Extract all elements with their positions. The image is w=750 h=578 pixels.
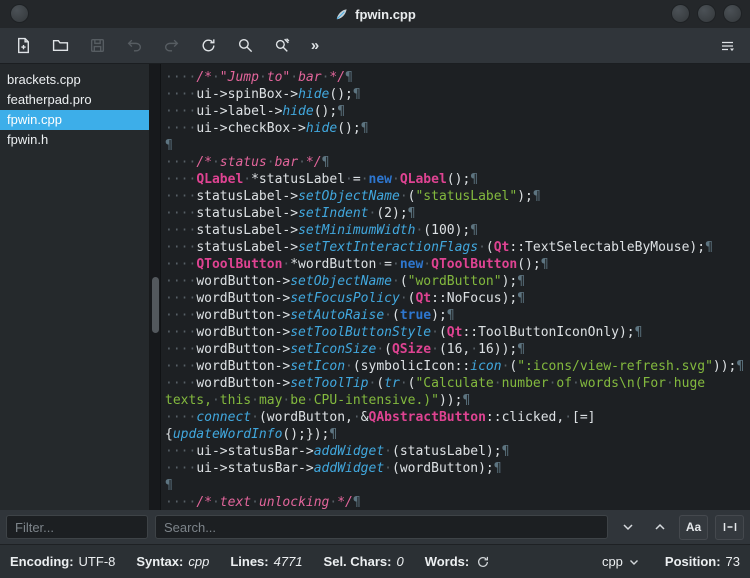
titlebar: fpwin.cpp	[0, 0, 750, 28]
featherpad-window: fpwin.cpp » brackets.cpp featherpad.pro …	[0, 0, 750, 578]
position-status: Position: 73	[664, 554, 740, 569]
code-line: ····/*·status·bar·*/¶	[165, 155, 330, 170]
whole-words-button[interactable]	[715, 514, 744, 540]
open-folder-icon	[52, 40, 68, 51]
new-file-button[interactable]	[11, 34, 35, 58]
menu-icon	[722, 41, 734, 51]
app-icon	[336, 8, 347, 19]
chevron-down-icon	[629, 559, 638, 565]
code-line: ····statusLabel->setIndent·(2);¶	[165, 206, 416, 221]
status-bar: Encoding: UTF-8 Syntax: cpp Lines: 4771 …	[0, 544, 750, 578]
save-icon	[90, 38, 104, 53]
code-line: ····wordButton->setFocusPolicy·(Qt::NoFo…	[165, 291, 526, 306]
code-line: ····statusLabel->setMinimumWidth·(100);¶	[165, 223, 479, 238]
filter-input[interactable]	[6, 515, 148, 539]
code-line: ····ui->statusBar->addWidget·(statusLabe…	[165, 444, 510, 459]
code-line: {updateWordInfo();});¶	[165, 427, 338, 442]
match-case-label: Aa	[685, 520, 702, 534]
title-area: fpwin.cpp	[334, 7, 416, 22]
match-case-button[interactable]: Aa	[679, 514, 708, 540]
search-replace-icon	[275, 38, 289, 52]
reload-icon	[202, 39, 215, 52]
statusbar-right: cpp Position: 73	[602, 554, 740, 569]
editor-scrollbar[interactable]	[150, 64, 161, 510]
sel-chars-status: Sel. Chars: 0	[323, 554, 404, 569]
search-input[interactable]	[155, 515, 608, 539]
search-icon	[238, 38, 252, 53]
code-line: ····ui->label->hide();¶	[165, 104, 346, 119]
code-line: ····wordButton->setAutoRaise·(true);¶	[165, 308, 455, 323]
code-line: ····QLabel·*statusLabel·=·new·QLabel();¶	[165, 172, 479, 187]
code-line: ····/*·"Jump·to"·bar·*/¶	[165, 70, 353, 85]
window-button-menu[interactable]	[10, 4, 29, 23]
chevron-up-icon	[654, 523, 665, 530]
main-area: brackets.cpp featherpad.pro fpwin.cpp fpwin…	[0, 64, 750, 510]
redo-button[interactable]	[159, 34, 183, 58]
search-next-button[interactable]	[615, 515, 640, 540]
window-button-maximize[interactable]	[697, 4, 716, 23]
toolbar: »	[0, 28, 750, 64]
new-document-icon	[17, 37, 29, 54]
find-replace-button[interactable]	[270, 34, 294, 58]
code-line: ····connect·(wordButton,·&QAbstractButto…	[165, 410, 596, 425]
code-line: ····ui->checkBox->hide();¶	[165, 121, 369, 136]
code-line: ····wordButton->setObjectName·("wordButt…	[165, 274, 526, 289]
code-line: ····wordButton->setIconSize·(QSize·(16,·…	[165, 342, 526, 357]
code-line: ····statusLabel->setObjectName·("statusL…	[165, 189, 541, 204]
list-item[interactable]: brackets.cpp	[0, 70, 149, 90]
encoding-status: Encoding: UTF-8	[10, 554, 116, 569]
code-line: texts,·this·may·be·CPU-intensive.)"));¶	[165, 393, 471, 408]
code-line: ····statusLabel->setTextInteractionFlags…	[165, 240, 713, 255]
redo-icon	[164, 39, 178, 52]
syntax-status: Syntax: cpp	[136, 554, 210, 569]
refresh-icon	[478, 556, 489, 567]
find-bar: Aa	[0, 510, 750, 544]
code-line: ····/*·text·unlocking·*/¶	[165, 495, 361, 510]
editor[interactable]: ····/*·"Jump·to"·bar·*/¶ ····ui->spinBox-…	[161, 64, 750, 510]
open-file-button[interactable]	[48, 34, 72, 58]
words-status: Words:	[425, 553, 493, 571]
undo-button[interactable]	[122, 34, 146, 58]
code-line: ····ui->spinBox->hide();¶	[165, 87, 361, 102]
code-area: ····/*·"Jump·to"·bar·*/¶ ····ui->spinBox-…	[165, 69, 750, 510]
window-button-minimize[interactable]	[671, 4, 690, 23]
whole-word-icon	[723, 523, 736, 531]
lines-status: Lines: 4771	[230, 554, 303, 569]
list-item[interactable]: fpwin.cpp	[0, 110, 149, 130]
code-line: ····wordButton->setToolButtonStyle·(Qt::…	[165, 325, 643, 340]
toolbar-overflow-button[interactable]: »	[307, 34, 323, 58]
syntax-selector[interactable]: cpp	[602, 554, 639, 569]
save-button[interactable]	[85, 34, 109, 58]
undo-icon	[127, 39, 141, 52]
window-controls	[671, 4, 742, 23]
chevron-down-icon	[622, 524, 633, 531]
code-line: ····wordButton->setToolTip·(tr·("Calcula…	[165, 376, 706, 391]
window-button-close[interactable]	[723, 4, 742, 23]
code-line: ····wordButton->setIcon·(symbolicIcon::i…	[165, 359, 745, 374]
word-count-refresh-button[interactable]	[474, 553, 492, 571]
list-item[interactable]: featherpad.pro	[0, 90, 149, 110]
code-line: ····ui->statusBar->addWidget·(wordButton…	[165, 461, 502, 476]
search-button[interactable]	[233, 34, 257, 58]
reload-button[interactable]	[196, 34, 220, 58]
search-previous-button[interactable]	[647, 515, 672, 540]
window-title: fpwin.cpp	[355, 6, 416, 22]
code-line: ····QToolButton·*wordButton·=·new·QToolB…	[165, 257, 549, 272]
code-line: ¶	[165, 138, 173, 153]
file-list: brackets.cpp featherpad.pro fpwin.cpp fpwin…	[0, 64, 150, 510]
code-line: ¶	[165, 478, 173, 493]
scrollbar-handle[interactable]	[152, 277, 159, 333]
list-item[interactable]: fpwin.h	[0, 130, 149, 150]
menu-button[interactable]	[715, 34, 739, 58]
